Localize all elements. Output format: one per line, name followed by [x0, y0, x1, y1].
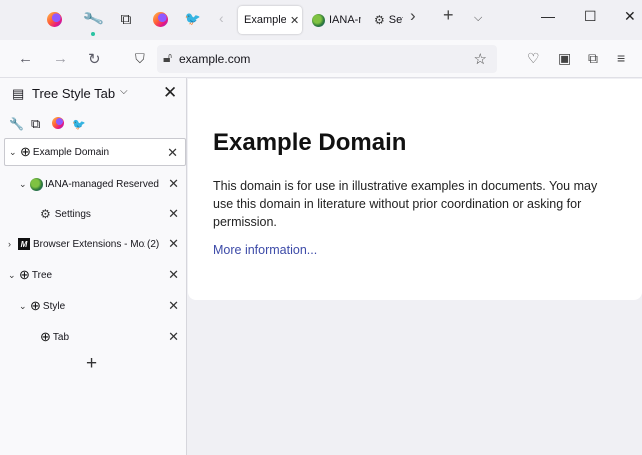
permissions-icon[interactable]: 🔓︎ — [163, 49, 172, 66]
close-icon[interactable]: ✕ — [290, 14, 299, 27]
iana-icon — [30, 177, 43, 191]
new-tab-button[interactable]: + — [443, 5, 454, 26]
tree-item-label: Example Domain — [32, 146, 110, 158]
sidebar-header: ▤ Tree Style Tab ⌵ ✕ — [0, 78, 187, 110]
window-close-button[interactable]: ✕ — [624, 8, 636, 25]
page-heading: Example Domain — [213, 129, 407, 156]
url-bar[interactable]: ⛉ 🔓︎ example.com ☆ — [135, 45, 497, 73]
close-icon[interactable]: ✕ — [168, 236, 179, 252]
close-icon[interactable]: ✕ — [167, 145, 178, 161]
tree-item-browser-extensions[interactable]: › M Browser Extensions - Mozilla (2) ✕ — [4, 230, 186, 258]
chevron-down-icon[interactable]: ⌵ — [120, 86, 128, 97]
tree-item-label: Browser Extensions - Mozilla — [33, 238, 145, 250]
tab-iana[interactable]: IANA-managed Reserved Domains — [306, 6, 364, 34]
twisty-icon[interactable]: › — [8, 239, 18, 249]
gear-icon: ⚙ — [374, 13, 385, 27]
page-paragraph: This domain is for use in illustrative e… — [213, 179, 598, 229]
iana-icon — [312, 13, 325, 27]
maximize-button[interactable]: ☐ — [584, 8, 597, 25]
globe-icon: ⊕ — [30, 298, 41, 313]
minimize-button[interactable]: — — [541, 8, 555, 24]
twitter-icon[interactable]: 🐦 — [183, 9, 203, 29]
shield-icon[interactable]: ⛉ — [135, 51, 145, 67]
tree-item-settings[interactable]: ⚙ Settings ✕ — [4, 200, 186, 228]
mdn-icon: M — [18, 238, 30, 250]
scroll-left-icon[interactable]: ‹ — [219, 10, 224, 26]
tab-label: Settings — [388, 14, 403, 26]
tab-label: IANA-managed Reserved Domains — [329, 14, 361, 26]
close-icon[interactable]: ✕ — [168, 298, 179, 314]
twisty-icon[interactable]: ⌄ — [19, 301, 29, 312]
tree-item-tree[interactable]: ⌄ ⊕ Tree ✕ — [4, 261, 186, 289]
close-icon[interactable]: ✕ — [168, 267, 179, 283]
globe-icon: ⊕ — [20, 144, 31, 159]
tree-item-label: Tab — [52, 331, 70, 343]
scroll-right-icon[interactable]: › — [410, 6, 416, 26]
firefox-icon[interactable] — [52, 117, 64, 132]
globe-icon: ⊕ — [19, 267, 30, 282]
tree-item-label: Settings — [54, 208, 91, 220]
tab-strip: 🔧 ⧉ 🐦 ‹ Example Domain ✕ IANA-managed Re… — [0, 0, 642, 40]
tab-example-domain[interactable]: Example Domain ✕ — [238, 6, 302, 34]
tree-item-iana[interactable]: ⌄ IANA-managed Reserved Domains ✕ — [4, 170, 186, 198]
tab-label: Example Domain — [244, 14, 286, 26]
new-tab-button[interactable]: + — [86, 353, 97, 375]
nav-bar: ← → ↻ ⛉ 🔓︎ example.com ☆ ♡ ▣ ⧉ ≡ — [0, 40, 642, 78]
tree-item-count: (2) — [147, 238, 160, 250]
tab-settings[interactable]: ⚙ Settings — [368, 6, 408, 34]
wrench-icon[interactable]: 🔧 — [9, 116, 24, 131]
close-icon[interactable]: ✕ — [168, 176, 179, 192]
gear-icon: ⚙ — [40, 207, 51, 221]
url-text[interactable]: example.com — [179, 52, 250, 66]
firefox-icon[interactable] — [44, 9, 64, 29]
extensions-icon[interactable]: ⧉ — [588, 50, 598, 67]
menu-icon[interactable]: ≡ — [617, 50, 625, 66]
tree-item-label: Style — [42, 300, 66, 312]
tree-item-tab[interactable]: ⊕ Tab ✕ — [4, 323, 186, 351]
sidebar-icon: ▤ — [12, 86, 25, 101]
reload-button[interactable]: ↻ — [88, 50, 101, 68]
tree-item-example-domain[interactable]: ⌄ ⊕ Example Domain ✕ — [4, 138, 186, 166]
more-information-link[interactable]: More information... — [213, 243, 317, 257]
attention-dot — [91, 32, 95, 36]
bookmark-star-icon[interactable]: ☆ — [474, 50, 487, 68]
close-icon[interactable]: ✕ — [168, 329, 179, 345]
firefox-icon[interactable] — [150, 9, 170, 29]
pocket-icon[interactable]: ♡ — [527, 50, 540, 67]
wrench-icon[interactable]: 🔧 — [81, 8, 104, 30]
tree-style-tab-sidebar: ▤ Tree Style Tab ⌵ ✕ 🔧 ⧉ 🐦 ⌄ ⊕ Example D… — [0, 78, 187, 455]
content-card: Example Domain This domain is for use in… — [188, 79, 642, 300]
list-all-tabs-icon[interactable]: ⌵ — [474, 12, 482, 25]
extensions-icon[interactable]: ⧉ — [31, 116, 40, 132]
forward-button[interactable]: → — [53, 50, 68, 67]
twisty-icon[interactable]: ⌄ — [9, 147, 19, 158]
sidebar-title[interactable]: Tree Style Tab — [32, 86, 115, 101]
page-content: Example Domain This domain is for use in… — [188, 79, 642, 455]
sidebar-toggle-icon[interactable]: ▣ — [558, 50, 571, 67]
close-icon[interactable]: ✕ — [168, 206, 179, 222]
extensions-icon[interactable]: ⧉ — [116, 9, 136, 29]
tree-item-style[interactable]: ⌄ ⊕ Style ✕ — [4, 292, 186, 320]
close-icon[interactable]: ✕ — [163, 83, 177, 103]
twitter-icon[interactable]: 🐦 — [72, 116, 86, 131]
tree-item-label: IANA-managed Reserved Domains — [45, 178, 160, 190]
globe-icon: ⊕ — [40, 329, 51, 344]
back-button[interactable]: ← — [18, 50, 33, 67]
twisty-icon[interactable]: ⌄ — [19, 179, 29, 190]
twisty-icon[interactable]: ⌄ — [8, 270, 18, 281]
tree-item-label: Tree — [31, 269, 53, 281]
